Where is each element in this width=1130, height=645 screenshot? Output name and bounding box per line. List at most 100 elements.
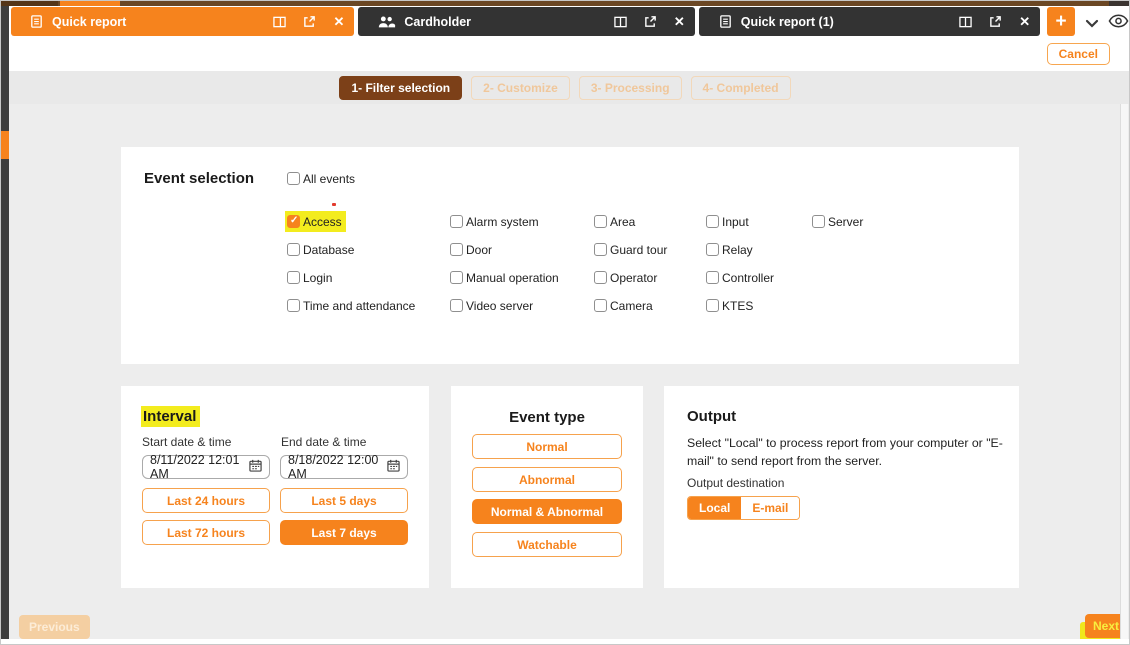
checkbox-label: Time and attendance — [303, 298, 416, 313]
event-type-normal-button[interactable]: Normal — [472, 434, 622, 459]
checkbox-label: Server — [828, 214, 864, 229]
checkbox-controller[interactable]: Controller — [706, 269, 774, 286]
step-completed: 4- Completed — [690, 75, 791, 100]
checkbox-label: All events — [303, 171, 356, 186]
open-in-new-icon[interactable] — [303, 15, 316, 28]
checkbox-ktes[interactable]: KTES — [706, 297, 753, 314]
previous-button[interactable]: Previous — [19, 615, 90, 639]
tab-bar: Quick report ✕ Cardholder ✕ Quick report… — [1, 6, 1129, 38]
checkbox-alarm-system[interactable]: Alarm system — [450, 213, 539, 230]
close-icon[interactable]: ✕ — [333, 15, 344, 28]
checkbox-relay[interactable]: Relay — [706, 241, 753, 258]
output-panel: Output Select "Local" to process report … — [664, 386, 1019, 588]
add-tab-button[interactable]: + — [1047, 7, 1075, 36]
open-in-new-icon[interactable] — [989, 15, 1002, 28]
checkbox-door[interactable]: Door — [450, 241, 492, 258]
start-date-label: Start date & time — [142, 435, 232, 449]
checkbox-label: Alarm system — [466, 214, 539, 229]
checkbox-database[interactable]: Database — [287, 241, 354, 258]
left-rail-marker — [1, 131, 9, 159]
checkbox-area[interactable]: Area — [594, 213, 635, 230]
tab-cardholder[interactable]: Cardholder ✕ — [358, 7, 695, 36]
checkbox-input[interactable]: Input — [706, 213, 749, 230]
wizard-steps: 1- Filter selection 2- Customize 3- Proc… — [1, 71, 1129, 104]
interval-panel: Interval Start date & time End date & ti… — [121, 386, 429, 588]
event-type-normal-abnormal-button[interactable]: Normal & Abnormal — [472, 499, 622, 524]
close-icon[interactable]: ✕ — [674, 15, 685, 28]
tab-label: Quick report (1) — [740, 14, 834, 29]
open-in-new-icon[interactable] — [644, 15, 657, 28]
checkbox-box — [450, 243, 463, 256]
checkbox-label: Access — [303, 214, 342, 229]
step-filter-selection[interactable]: 1- Filter selection — [339, 75, 463, 100]
end-date-input[interactable]: 8/18/2022 12:00 AM — [280, 453, 408, 481]
start-date-input[interactable]: 8/11/2022 12:01 AM — [142, 453, 270, 481]
checkbox-box — [450, 271, 463, 284]
tab-quick-report-1[interactable]: Quick report (1) ✕ — [698, 7, 1041, 36]
checkbox-label: Login — [303, 270, 333, 285]
last-7-days-button[interactable]: Last 7 days — [280, 520, 408, 545]
checkbox-login[interactable]: Login — [287, 269, 332, 286]
calendar-icon[interactable] — [249, 459, 262, 475]
last-5-days-button[interactable]: Last 5 days — [280, 488, 408, 513]
split-view-icon[interactable] — [959, 16, 972, 28]
checkbox-access[interactable]: Access — [285, 211, 346, 232]
dock-panel-icon[interactable] — [273, 16, 287, 28]
checkbox-box — [287, 271, 300, 284]
annotation-red-dot — [332, 203, 336, 206]
cancel-button[interactable]: Cancel — [1046, 43, 1110, 65]
left-rail — [1, 6, 9, 639]
output-title: Output — [687, 408, 737, 425]
last-72-hours-button[interactable]: Last 72 hours — [142, 520, 270, 545]
checkbox-box — [594, 299, 607, 312]
event-selection-panel: Event selection All events Access Alarm … — [121, 147, 1019, 364]
checkbox-operator[interactable]: Operator — [594, 269, 657, 286]
checkbox-box — [287, 243, 300, 256]
checkbox-box — [287, 172, 300, 185]
report-icon — [29, 14, 44, 29]
tab-label: Quick report — [52, 14, 127, 29]
checkbox-box — [594, 215, 607, 228]
checkbox-all-events[interactable]: All events — [287, 170, 355, 187]
checkbox-time-and-attendance[interactable]: Time and attendance — [287, 297, 415, 314]
step-customize: 2- Customize — [471, 75, 570, 100]
close-icon[interactable]: ✕ — [1019, 15, 1030, 28]
checkbox-label: Area — [610, 214, 636, 229]
output-description: Select "Local" to process report from yo… — [687, 436, 1003, 469]
checkbox-label: Guard tour — [610, 242, 668, 257]
bottom-strip — [1, 639, 1129, 644]
checkbox-server[interactable]: Server — [812, 213, 863, 230]
calendar-icon[interactable] — [387, 459, 400, 475]
start-date-value: 8/11/2022 12:01 AM — [150, 453, 240, 481]
checkbox-box-checked — [287, 215, 300, 228]
checkbox-box — [706, 243, 719, 256]
destination-local-option[interactable]: Local — [688, 497, 742, 519]
split-view-icon[interactable] — [614, 16, 627, 28]
checkbox-box — [706, 299, 719, 312]
checkbox-box — [594, 243, 607, 256]
checkbox-camera[interactable]: Camera — [594, 297, 653, 314]
report-icon — [718, 14, 733, 29]
event-type-watchable-button[interactable]: Watchable — [472, 532, 622, 557]
scrollbar-track[interactable] — [1120, 104, 1128, 639]
checkbox-label: Door — [466, 242, 493, 257]
last-24-hours-button[interactable]: Last 24 hours — [142, 488, 270, 513]
event-selection-title: Event selection — [144, 170, 255, 187]
event-type-title: Event type — [509, 409, 585, 426]
checkbox-box — [706, 215, 719, 228]
cardholder-icon — [377, 15, 396, 29]
eye-icon[interactable] — [1108, 14, 1129, 33]
tab-quick-report[interactable]: Quick report ✕ — [11, 7, 355, 36]
step-processing: 3- Processing — [578, 75, 682, 100]
checkbox-manual-operation[interactable]: Manual operation — [450, 269, 559, 286]
checkbox-video-server[interactable]: Video server — [450, 297, 533, 314]
checkbox-guard-tour[interactable]: Guard tour — [594, 241, 667, 258]
checkbox-label: Camera — [610, 298, 653, 313]
checkbox-label: Video server — [466, 298, 534, 313]
chevron-down-icon[interactable] — [1085, 15, 1099, 33]
checkbox-box — [706, 271, 719, 284]
event-type-panel: Event type Normal Abnormal Normal & Abno… — [451, 386, 643, 588]
destination-email-option[interactable]: E-mail — [741, 497, 800, 519]
checkbox-box — [450, 299, 463, 312]
event-type-abnormal-button[interactable]: Abnormal — [472, 467, 622, 492]
